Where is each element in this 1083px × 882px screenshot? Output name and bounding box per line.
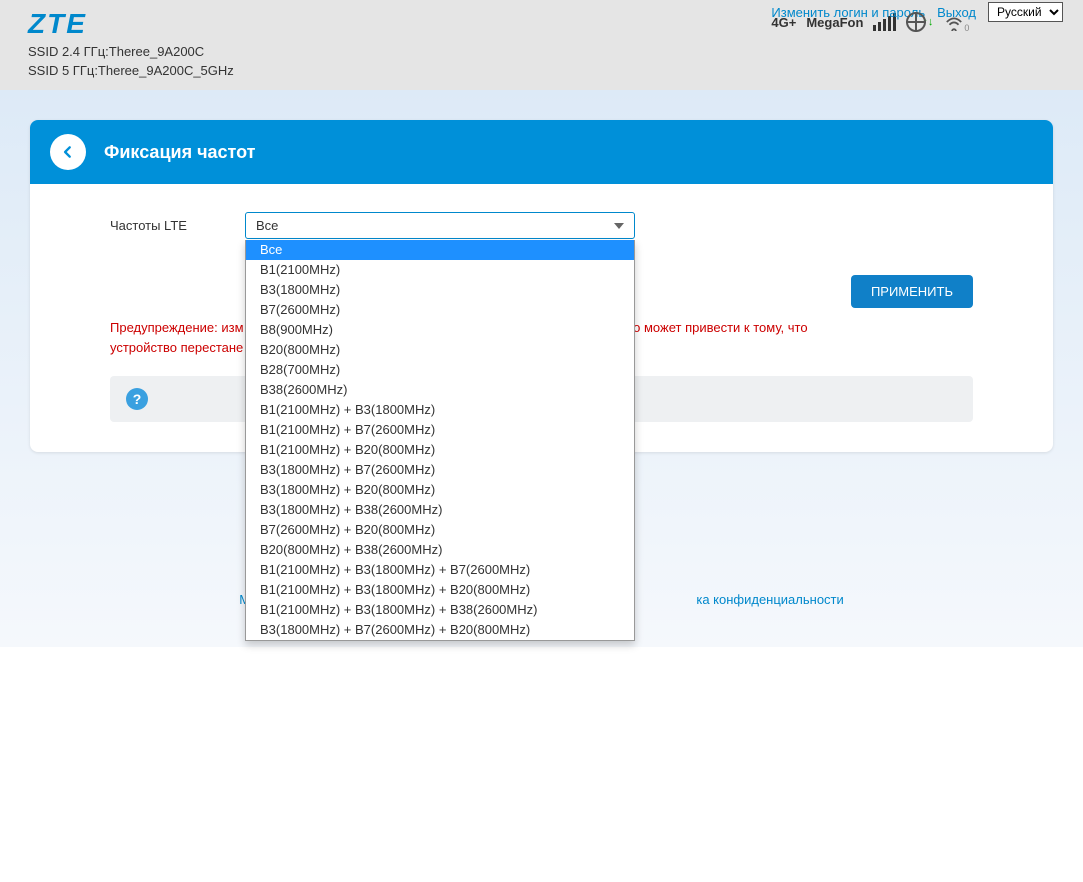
dropdown-option[interactable]: B3(1800MHz) + B7(2600MHz) <box>246 460 634 480</box>
dropdown-option[interactable]: B38(2600MHz) <box>246 380 634 400</box>
dropdown-option[interactable]: B8(900MHz) <box>246 320 634 340</box>
apply-button[interactable]: ПРИМЕНИТЬ <box>851 275 973 308</box>
dropdown-option[interactable]: B28(700MHz) <box>246 360 634 380</box>
ssid-5: SSID 5 ГГц:Theree_9A200C_5GHz <box>28 63 234 78</box>
lte-bands-select[interactable]: Все <box>245 212 635 239</box>
change-login-link[interactable]: Изменить логин и пароль <box>771 5 925 20</box>
lte-bands-selected: Все <box>256 218 278 233</box>
dropdown-option[interactable]: B1(2100MHz) + B3(1800MHz) <box>246 400 634 420</box>
help-icon[interactable]: ? <box>126 388 148 410</box>
dropdown-option[interactable]: B1(2100MHz) + B20(800MHz) <box>246 440 634 460</box>
settings-card: Фиксация частот Частоты LTE Все ВсеB1(21… <box>30 120 1053 452</box>
ssid-24: SSID 2.4 ГГц:Theree_9A200C <box>28 44 234 59</box>
dropdown-option[interactable]: B7(2600MHz) <box>246 300 634 320</box>
language-select[interactable]: Русский <box>988 2 1063 22</box>
main-area: Фиксация частот Частоты LTE Все ВсеB1(21… <box>0 90 1083 647</box>
dropdown-option[interactable]: B1(2100MHz) + B7(2600MHz) <box>246 420 634 440</box>
back-button[interactable] <box>50 134 86 170</box>
page-title: Фиксация частот <box>104 142 256 163</box>
dropdown-option[interactable]: B1(2100MHz) + B3(1800MHz) + B38(2600MHz) <box>246 600 634 620</box>
dropdown-option[interactable]: B1(2100MHz) + B3(1800MHz) + B7(2600MHz) <box>246 560 634 580</box>
dropdown-option[interactable]: B3(1800MHz) <box>246 280 634 300</box>
footer-link-2[interactable]: ка конфиденциальности <box>696 592 843 607</box>
lte-bands-dropdown[interactable]: ВсеB1(2100MHz)B3(1800MHz)B7(2600MHz)B8(9… <box>245 240 635 641</box>
dropdown-option[interactable]: B3(1800MHz) + B20(800MHz) <box>246 480 634 500</box>
dropdown-option[interactable]: B3(1800MHz) + B7(2600MHz) + B20(800MHz) <box>246 620 634 640</box>
dropdown-option[interactable]: B7(2600MHz) + B20(800MHz) <box>246 520 634 540</box>
dropdown-option[interactable]: B20(800MHz) + B38(2600MHz) <box>246 540 634 560</box>
dropdown-option[interactable]: Все <box>246 240 634 260</box>
dropdown-option[interactable]: B3(1800MHz) + B38(2600MHz) <box>246 500 634 520</box>
top-header: ZTE SSID 2.4 ГГц:Theree_9A200C SSID 5 ГГ… <box>0 0 1083 90</box>
dropdown-option[interactable]: B20(800MHz) <box>246 340 634 360</box>
wifi-icon: 0 <box>943 13 965 31</box>
lte-bands-label: Частоты LTE <box>110 218 225 233</box>
globe-icon <box>906 12 926 32</box>
dropdown-option[interactable]: B1(2100MHz) <box>246 260 634 280</box>
card-header: Фиксация частот <box>30 120 1053 184</box>
logo: ZTE <box>28 8 234 40</box>
dropdown-option[interactable]: B1(2100MHz) + B3(1800MHz) + B20(800MHz) <box>246 580 634 600</box>
